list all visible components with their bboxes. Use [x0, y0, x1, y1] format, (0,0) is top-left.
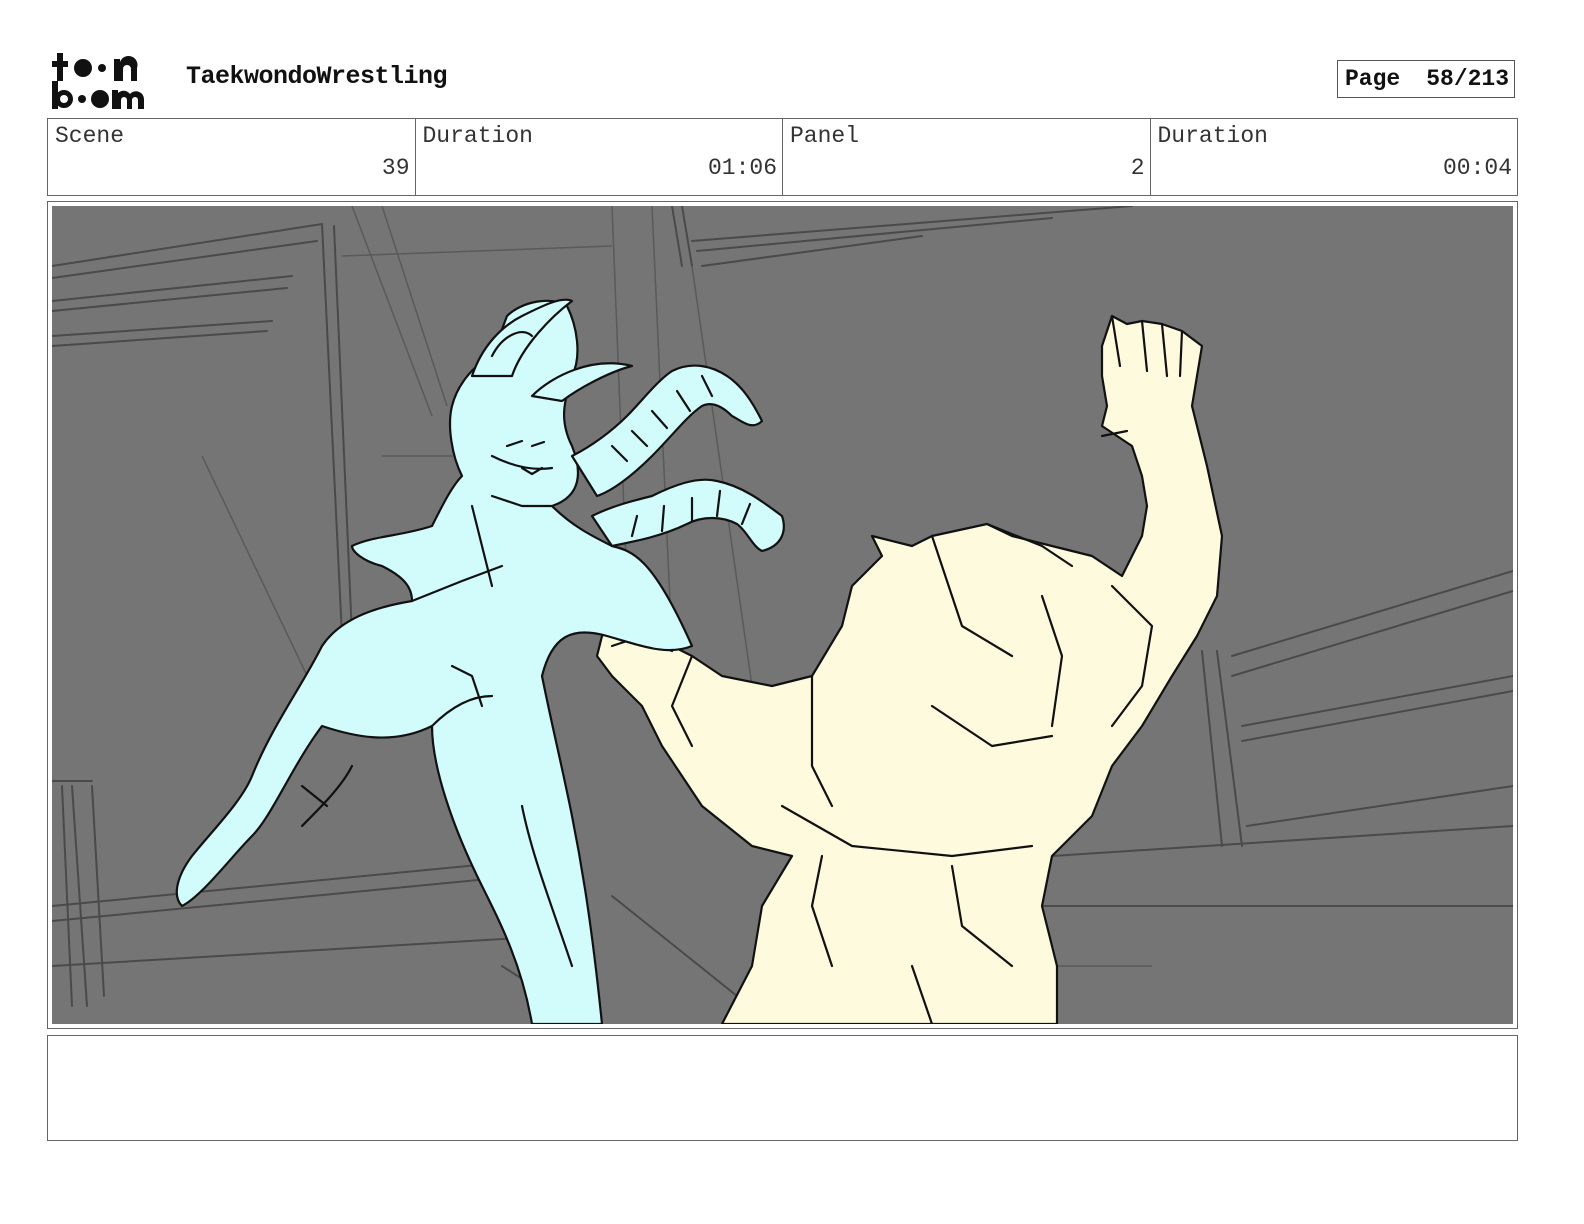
panel-cell: Panel 2 — [783, 119, 1151, 195]
scene-info-row: Scene 39 Duration 01:06 Panel 2 Duration… — [47, 118, 1518, 196]
scene-cell: Scene 39 — [48, 119, 416, 195]
panel-value: 2 — [1130, 155, 1145, 181]
panel-duration-value: 00:04 — [1442, 155, 1512, 181]
page-indicator: Page 58/213 — [1337, 60, 1515, 98]
panel-duration-label: Duration — [1157, 123, 1268, 149]
panel-label: Panel — [790, 123, 860, 149]
scene-duration-value: 01:06 — [707, 155, 777, 181]
toonboom-logo-icon — [50, 50, 165, 112]
project-title: TaekwondoWrestling — [186, 62, 448, 91]
panel-notes-area — [47, 1035, 1518, 1141]
panel-duration-cell: Duration 00:04 — [1151, 119, 1518, 195]
scene-label: Scene — [55, 123, 125, 149]
scene-value: 39 — [381, 155, 410, 181]
storyboard-panel-frame — [47, 201, 1518, 1029]
scene-duration-label: Duration — [422, 123, 533, 149]
storyboard-panel-drawing — [52, 206, 1513, 1024]
page-label: Page — [1345, 66, 1401, 92]
scene-duration-cell: Duration 01:06 — [416, 119, 783, 195]
page-number: 58/213 — [1426, 66, 1510, 92]
